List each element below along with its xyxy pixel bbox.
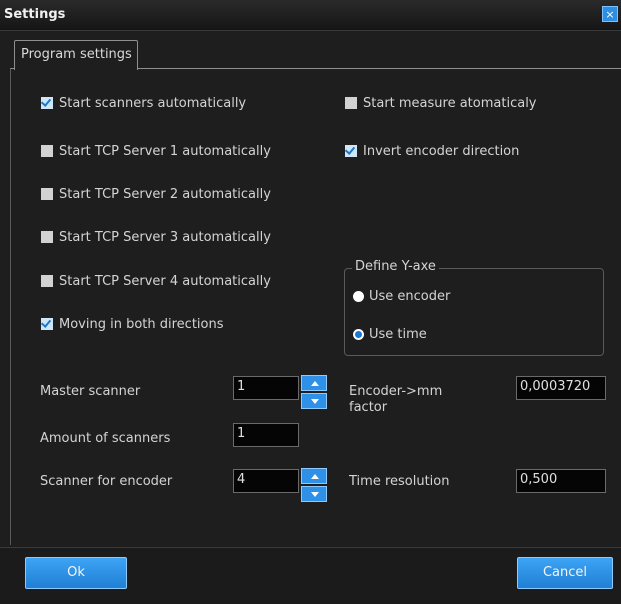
- radio-label: Use time: [369, 327, 427, 342]
- amount-scanners-input[interactable]: 1: [233, 423, 299, 447]
- checkbox-checked-icon[interactable]: [41, 318, 53, 330]
- checkbox-checked-icon[interactable]: [345, 145, 357, 157]
- checkbox-label: Invert encoder direction: [363, 143, 520, 159]
- checkbox-checked-icon[interactable]: [41, 97, 53, 109]
- y-axis-group-legend: Define Y-axe: [352, 259, 439, 274]
- checkbox-icon[interactable]: [41, 231, 53, 243]
- checkbox-start-measure[interactable]: Start measure atomaticaly: [345, 94, 537, 112]
- encoder-factor-label: Encoder->mm factor: [349, 384, 443, 415]
- checkbox-tcp-server-2[interactable]: Start TCP Server 2 automatically: [41, 185, 271, 203]
- title-bar: Settings ×: [0, 0, 621, 31]
- checkbox-label: Start scanners automatically: [59, 95, 247, 111]
- radio-selected-icon[interactable]: [353, 329, 364, 340]
- checkbox-moving-both-directions[interactable]: Moving in both directions: [41, 315, 224, 333]
- encoder-factor-input[interactable]: 0,0003720: [516, 376, 606, 400]
- spin-down-icon[interactable]: [301, 393, 327, 409]
- spin-up-icon[interactable]: [301, 468, 327, 484]
- tab-program-settings[interactable]: Program settings: [14, 40, 138, 70]
- checkbox-label: Start TCP Server 2 automatically: [59, 186, 271, 202]
- checkbox-label: Start measure atomaticaly: [363, 95, 537, 111]
- checkbox-icon[interactable]: [41, 145, 53, 157]
- scanner-encoder-spinner[interactable]: [301, 468, 327, 502]
- settings-window: Settings × Program settings Start scanne…: [0, 0, 621, 604]
- time-resolution-input[interactable]: 0,500: [516, 469, 606, 493]
- checkbox-tcp-server-1[interactable]: Start TCP Server 1 automatically: [41, 142, 271, 160]
- checkbox-start-scanners[interactable]: Start scanners automatically: [41, 94, 246, 112]
- amount-scanners-label: Amount of scanners: [40, 431, 171, 446]
- master-scanner-input[interactable]: 1: [233, 376, 299, 400]
- checkbox-icon[interactable]: [41, 275, 53, 287]
- ok-button[interactable]: Ok: [25, 557, 127, 589]
- checkbox-icon[interactable]: [41, 188, 53, 200]
- checkbox-label: Start TCP Server 4 automatically: [59, 273, 271, 289]
- checkbox-tcp-server-3[interactable]: Start TCP Server 3 automatically: [41, 228, 271, 246]
- close-button[interactable]: ×: [602, 6, 618, 22]
- time-resolution-label: Time resolution: [349, 474, 450, 489]
- radio-use-time[interactable]: Use time: [353, 327, 427, 342]
- radio-use-encoder[interactable]: Use encoder: [353, 289, 450, 304]
- spin-down-icon[interactable]: [301, 486, 327, 502]
- checkbox-label: Start TCP Server 3 automatically: [59, 229, 271, 245]
- scanner-encoder-label: Scanner for encoder: [40, 474, 173, 489]
- y-axis-group: [344, 268, 604, 356]
- checkbox-icon[interactable]: [345, 97, 357, 109]
- checkbox-label: Moving in both directions: [59, 316, 224, 332]
- checkbox-tcp-server-4[interactable]: Start TCP Server 4 automatically: [41, 272, 271, 290]
- master-scanner-label: Master scanner: [40, 384, 141, 399]
- scanner-encoder-input[interactable]: 4: [233, 469, 299, 493]
- radio-label: Use encoder: [369, 289, 451, 304]
- spin-up-icon[interactable]: [301, 375, 327, 391]
- checkbox-invert-encoder[interactable]: Invert encoder direction: [345, 142, 519, 160]
- checkbox-label: Start TCP Server 1 automatically: [59, 143, 271, 159]
- cancel-button[interactable]: Cancel: [517, 557, 613, 589]
- radio-icon[interactable]: [353, 291, 364, 302]
- window-title: Settings: [4, 7, 66, 22]
- master-scanner-spinner[interactable]: [301, 375, 327, 409]
- button-bar: Ok Cancel: [0, 547, 621, 604]
